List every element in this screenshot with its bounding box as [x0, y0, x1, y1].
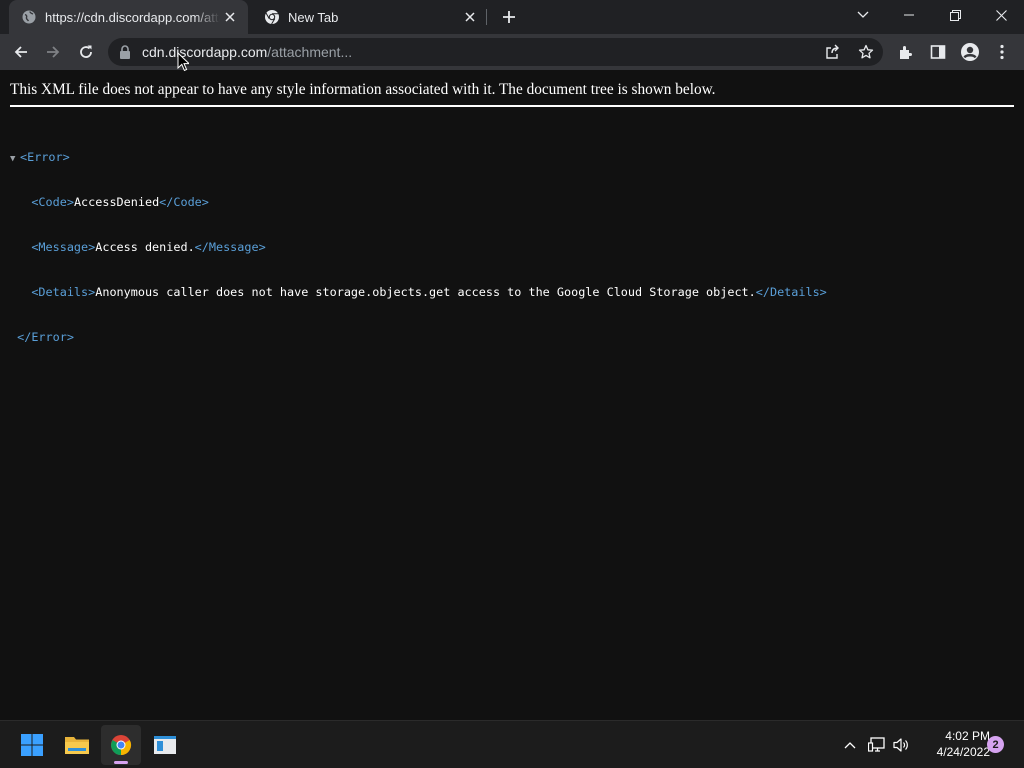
side-panel-icon[interactable] — [924, 38, 952, 66]
xml-tag-open: <Details> — [31, 285, 96, 299]
xml-tag-close: </Details> — [755, 285, 827, 299]
chrome-icon — [264, 9, 280, 25]
tab-title: New Tab — [288, 9, 339, 25]
close-tab-icon[interactable] — [220, 7, 240, 27]
start-button[interactable] — [12, 725, 52, 765]
url-text[interactable]: cdn.discordapp.com/attachment... — [142, 44, 352, 60]
tab-separator — [486, 9, 487, 25]
extensions-icon[interactable] — [892, 38, 920, 66]
page-content: This XML file does not appear to have an… — [0, 70, 1024, 720]
back-button[interactable] — [7, 38, 35, 66]
bookmark-star-icon[interactable] — [856, 42, 876, 62]
notification-badge[interactable]: 2 — [987, 736, 1004, 753]
lock-icon — [120, 45, 130, 59]
windows-taskbar: 4:02 PM 4/24/2022 — [0, 720, 1024, 768]
browser-toolbar: cdn.discordapp.com/attachment... — [0, 34, 1024, 70]
tab-new-tab[interactable]: New Tab — [252, 0, 488, 34]
xml-tag-close: </Code> — [159, 195, 209, 209]
close-window-button[interactable] — [978, 0, 1024, 30]
xml-style-notice: This XML file does not appear to have an… — [10, 81, 1014, 107]
reload-button[interactable] — [72, 38, 100, 66]
minimize-button[interactable] — [886, 0, 932, 30]
network-icon[interactable] — [866, 734, 888, 756]
xml-tag-close: </Error> — [17, 330, 74, 344]
system-clock[interactable]: 4:02 PM 4/24/2022 — [916, 728, 990, 760]
url-path: /attachment... — [267, 44, 353, 60]
xml-tag-close: </Message> — [194, 240, 266, 254]
file-explorer-button[interactable] — [57, 725, 97, 765]
tab-title: https://cdn.discordapp.com/attachments/ — [45, 9, 220, 25]
clock-date: 4/24/2022 — [936, 745, 990, 759]
volume-icon[interactable] — [891, 734, 913, 756]
windows-logo-icon — [21, 734, 43, 756]
menu-kebab-icon[interactable] — [988, 38, 1016, 66]
tab-discord-attachment[interactable]: https://cdn.discordapp.com/attachments/ — [9, 0, 248, 34]
address-bar[interactable]: cdn.discordapp.com/attachment... — [108, 38, 883, 66]
forward-button[interactable] — [39, 38, 67, 66]
xml-document-tree: ▼ <Error> <Code>AccessDenied</Code> <Mess… — [10, 120, 827, 375]
close-tab-icon[interactable] — [460, 7, 480, 27]
show-hidden-icons-chevron-icon[interactable] — [839, 734, 861, 756]
chrome-taskbar-button[interactable] — [101, 725, 141, 765]
folder-icon — [65, 737, 89, 754]
collapse-toggle-icon[interactable]: ▼ — [10, 152, 20, 167]
running-indicator — [114, 761, 128, 764]
clock-time: 4:02 PM — [945, 729, 990, 743]
xml-code-value: AccessDenied — [73, 195, 160, 209]
url-host: cdn.discordapp.com — [142, 44, 268, 60]
new-tab-button[interactable] — [497, 5, 521, 29]
xml-tag-open: <Code> — [31, 195, 74, 209]
tab-search-icon[interactable] — [840, 0, 886, 30]
app-window-button[interactable] — [145, 725, 185, 765]
tab-strip: https://cdn.discordapp.com/attachments/ … — [0, 0, 1024, 34]
globe-icon — [21, 9, 37, 25]
xml-tag-open: <Message> — [31, 240, 96, 254]
window-app-icon — [154, 736, 176, 754]
xml-details-value: Anonymous caller does not have storage.o… — [95, 285, 756, 299]
share-icon[interactable] — [823, 42, 843, 62]
xml-tag-open: <Error> — [20, 150, 70, 164]
profile-avatar-icon[interactable] — [956, 38, 984, 66]
restore-button[interactable] — [932, 0, 978, 30]
xml-message-value: Access denied. — [95, 240, 195, 254]
chrome-logo-icon — [111, 735, 132, 756]
